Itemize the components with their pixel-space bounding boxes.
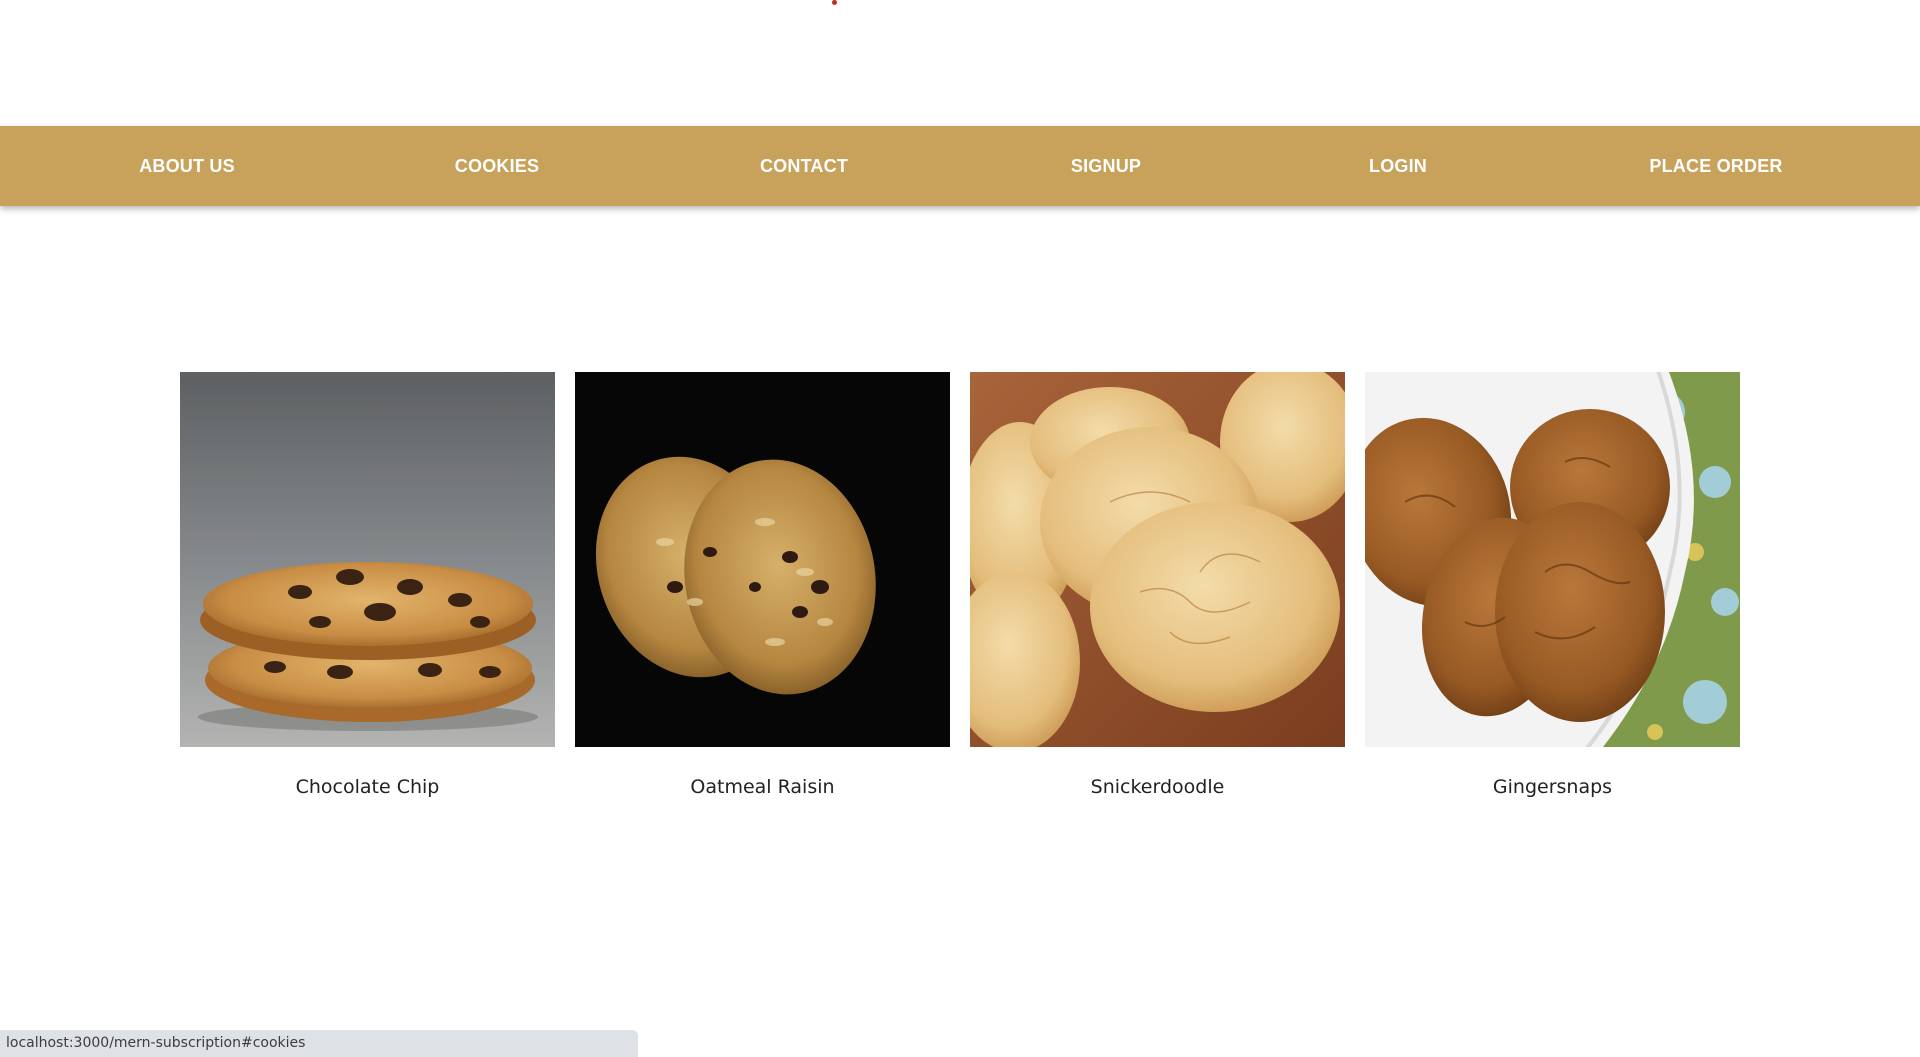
oatmeal-raisin-cookie-image[interactable] xyxy=(575,372,950,747)
cookie-card-snickerdoodle[interactable]: Snickerdoodle xyxy=(970,372,1345,812)
nav-about-us[interactable]: ABOUT US xyxy=(139,126,235,206)
page: ABOUT US COOKIES CONTACT SIGNUP LOGIN PL… xyxy=(0,0,1920,1057)
cookie-name: Gingersnaps xyxy=(1492,776,1613,798)
cookie-gallery: Chocolate Chip Oatmeal Raisin Snickerdoo… xyxy=(180,372,1740,812)
gingersnap-cookie-image[interactable] xyxy=(1365,372,1740,747)
nav-signup[interactable]: SIGNUP xyxy=(1071,126,1141,206)
nav-login[interactable]: LOGIN xyxy=(1369,126,1427,206)
cookie-card-oatmeal-raisin[interactable]: Oatmeal Raisin xyxy=(575,372,950,812)
snickerdoodle-cookie-image[interactable] xyxy=(970,372,1345,747)
cookie-name: Chocolate Chip xyxy=(295,776,440,798)
cookie-card-gingersnaps[interactable]: Gingersnaps xyxy=(1365,372,1740,812)
main-navbar: ABOUT US COOKIES CONTACT SIGNUP LOGIN PL… xyxy=(0,126,1920,206)
status-bar-url: localhost:3000/mern-subscription#cookies xyxy=(0,1030,638,1057)
cookie-name: Oatmeal Raisin xyxy=(690,776,835,798)
red-dot-marker xyxy=(832,0,837,5)
chocolate-chip-cookie-image[interactable] xyxy=(180,372,555,747)
nav-cookies[interactable]: COOKIES xyxy=(455,126,539,206)
cookie-card-chocolate-chip[interactable]: Chocolate Chip xyxy=(180,372,555,812)
cookie-name: Snickerdoodle xyxy=(1090,776,1225,798)
nav-contact[interactable]: CONTACT xyxy=(760,126,848,206)
nav-place-order[interactable]: PLACE ORDER xyxy=(1649,126,1782,206)
